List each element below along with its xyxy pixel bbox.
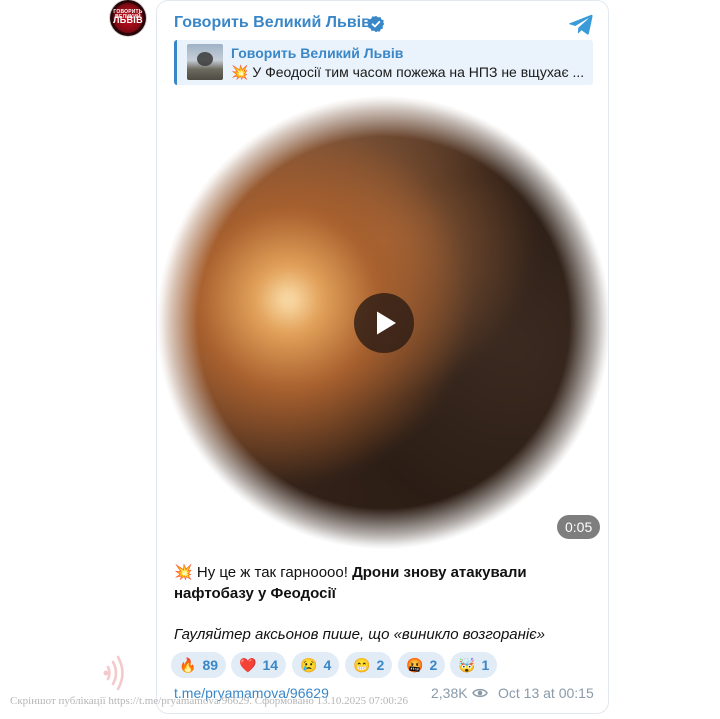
reaction-fire[interactable]: 🔥 89 [171, 652, 227, 678]
reply-text: 💥 У Феодосії тим часом пожежа на НПЗ не … [231, 64, 585, 80]
reaction-count: 2 [376, 657, 385, 673]
fire-emoji-icon: 🔥 [179, 657, 197, 673]
smoke-shape [197, 52, 213, 66]
verified-badge-icon [367, 15, 385, 33]
heart-emoji-icon: ❤️ [239, 657, 257, 673]
watermark-text: Скріншот публікації https://t.me/pryamam… [10, 695, 408, 707]
reply-quote[interactable]: Говорить Великий Львів 💥 У Феодосії тим … [174, 40, 593, 85]
post-time[interactable]: Oct 13 at 00:15 [498, 685, 594, 701]
reply-author: Говорить Великий Львів [231, 45, 404, 61]
reaction-count: 1 [481, 657, 490, 673]
message-plain-text: Ну це ж так гарноооо! [192, 564, 353, 581]
channel-avatar[interactable]: ГОВОРИТЬ ВЕЛИКИЙ ЛЬВІВ [110, 0, 146, 36]
message-text: 💥 Ну це ж так гарноооо! Дрони знову атак… [174, 562, 594, 604]
reaction-cursing[interactable]: 🤬 2 [398, 652, 446, 678]
message-card: Говорить Великий Львів Говорить Великий … [156, 0, 609, 714]
eye-icon [472, 688, 488, 698]
reaction-count: 4 [323, 657, 332, 673]
message-italic-text: Гауляйтер аксьонов пише, що «виникло воз… [174, 626, 546, 643]
cursing-emoji-icon: 🤬 [406, 657, 424, 673]
round-video[interactable]: 0:05 [157, 96, 608, 549]
reply-thumbnail [187, 44, 223, 80]
reaction-exploding-head[interactable]: 🤯 1 [450, 652, 498, 678]
reaction-count: 2 [429, 657, 438, 673]
exploding-head-emoji-icon: 🤯 [458, 657, 476, 673]
reaction-count: 14 [262, 657, 279, 673]
grin-emoji-icon: 😁 [353, 657, 371, 673]
reaction-count: 89 [202, 657, 219, 673]
telegram-logo-icon[interactable] [568, 11, 594, 37]
reaction-crying[interactable]: 😢 4 [292, 652, 340, 678]
reaction-heart[interactable]: ❤️ 14 [231, 652, 287, 678]
play-icon [377, 311, 396, 335]
channel-name[interactable]: Говорить Великий Львів [174, 14, 371, 32]
crying-emoji-icon: 😢 [300, 657, 318, 673]
message-emoji: 💥 [174, 564, 193, 581]
video-duration: 0:05 [557, 515, 601, 539]
reaction-grin[interactable]: 😁 2 [345, 652, 393, 678]
view-count: 2,38K [431, 685, 468, 701]
avatar-text-bottom: ЛЬВІВ [113, 15, 143, 25]
play-button[interactable] [354, 293, 414, 353]
watermark-sound-icon [103, 655, 124, 691]
